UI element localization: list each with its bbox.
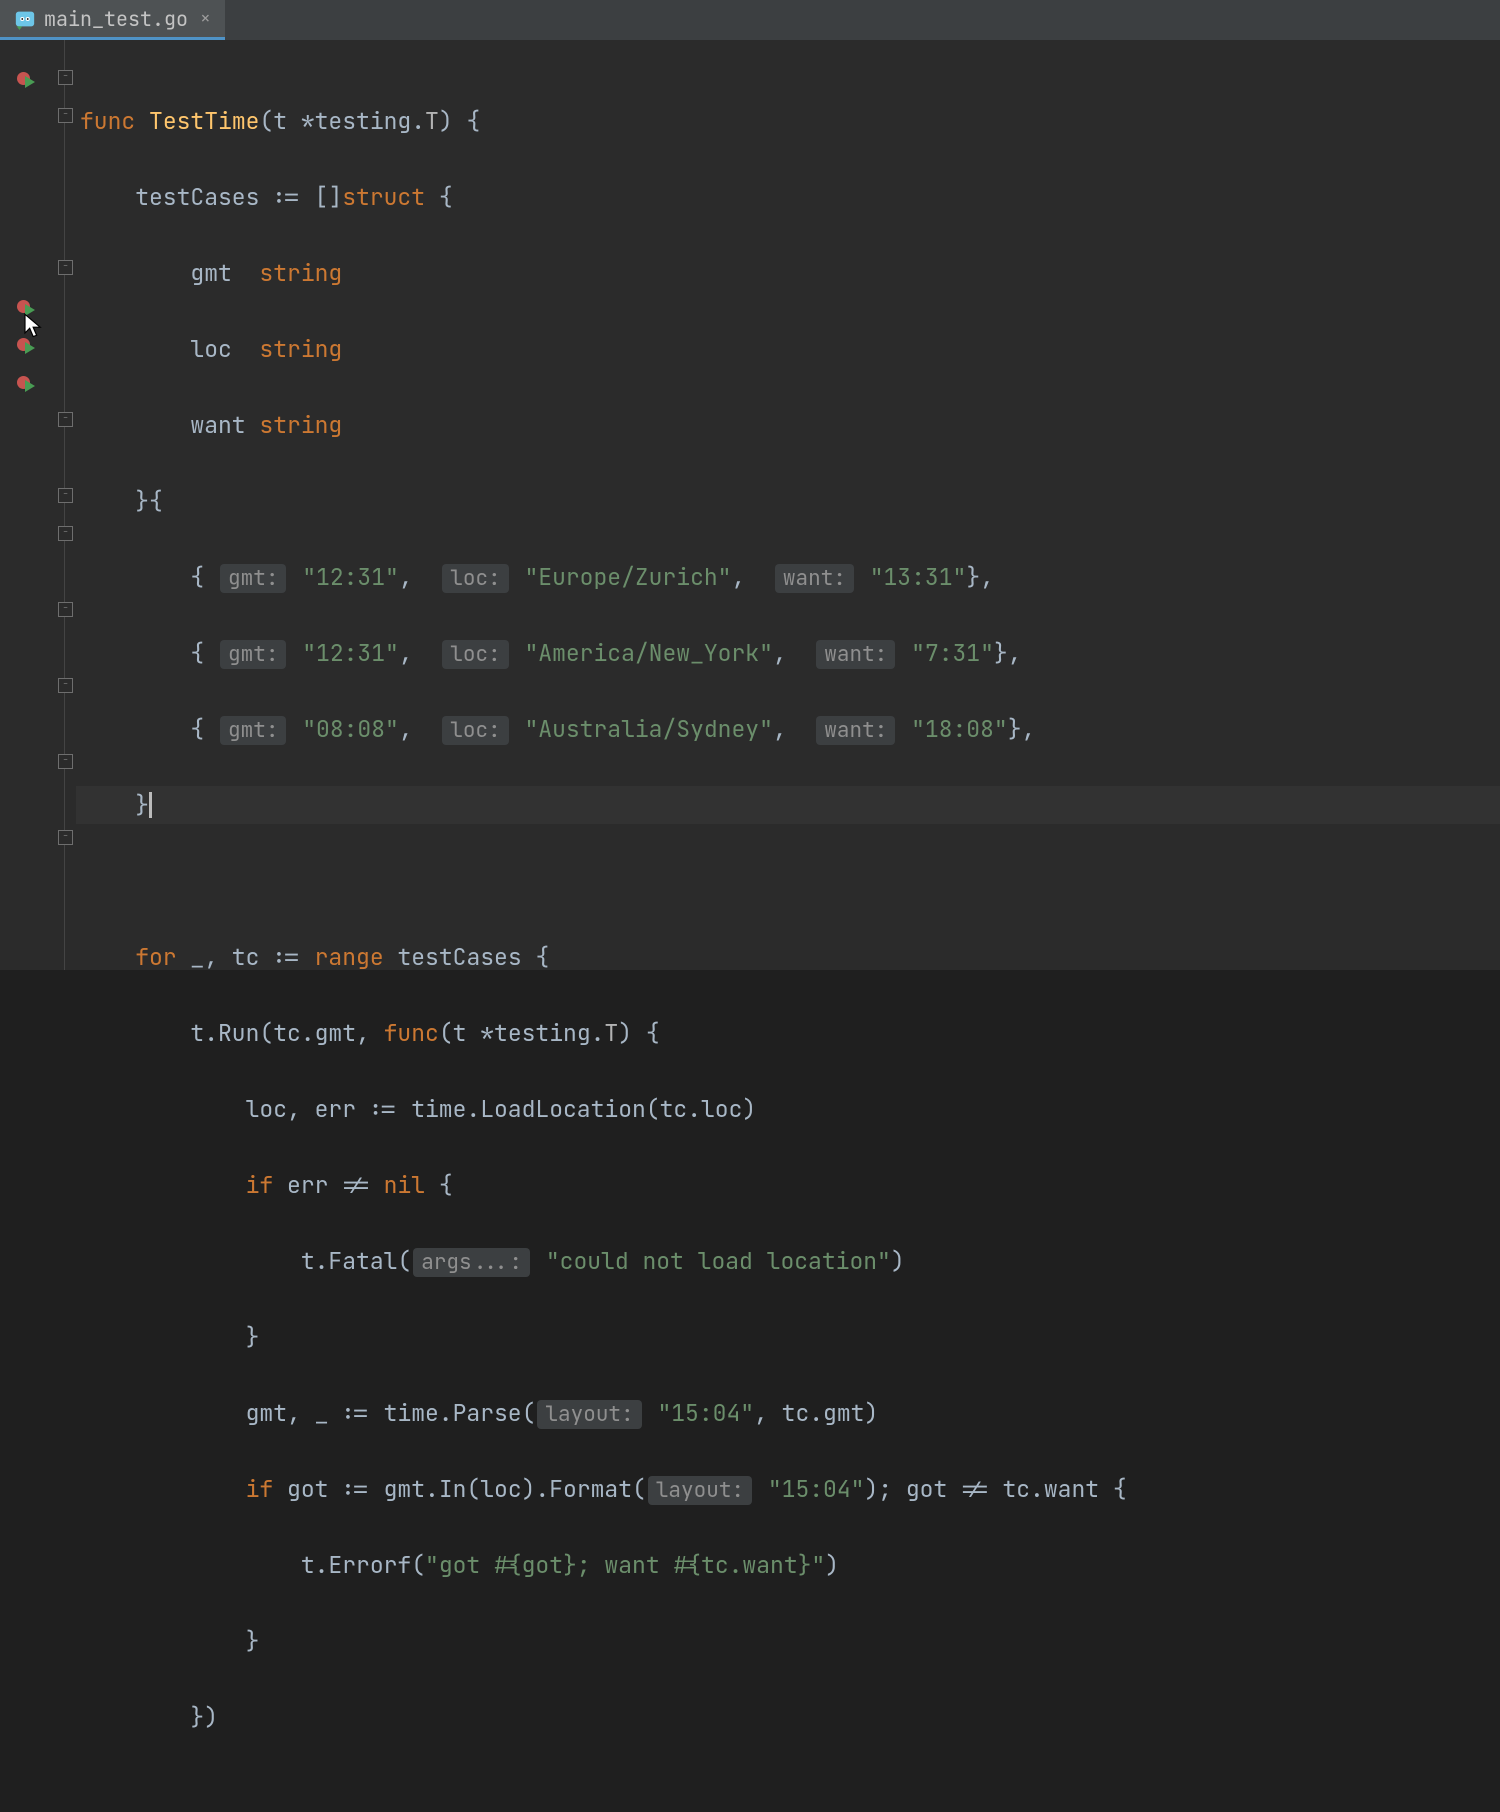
code-line: if err != nil { bbox=[76, 1166, 1500, 1204]
code-line: { gmt: "12:31", loc: "America/New_York",… bbox=[76, 634, 1500, 672]
run-test-icon[interactable] bbox=[14, 296, 38, 320]
code-line: t.Errorf("got #{got}; want #{tc.want}") bbox=[76, 1546, 1500, 1584]
code-line: func TestTime(t *testing.T) { bbox=[76, 102, 1500, 140]
fold-toggle[interactable] bbox=[58, 260, 73, 275]
run-test-icon[interactable] bbox=[14, 68, 38, 92]
code-line: testCases := []struct { bbox=[76, 178, 1500, 216]
code-line: } bbox=[76, 786, 1500, 824]
param-hint: loc: bbox=[442, 564, 508, 593]
code-line: { gmt: "12:31", loc: "Europe/Zurich", wa… bbox=[76, 558, 1500, 596]
code-line: if got := gmt.In(loc).Format(layout: "15… bbox=[76, 1470, 1500, 1508]
param-hint: layout: bbox=[537, 1400, 641, 1429]
code-line bbox=[76, 862, 1500, 900]
tab-filename: main_test.go bbox=[44, 6, 188, 32]
code-line: t.Run(tc.gmt, func(t *testing.T) { bbox=[76, 1014, 1500, 1052]
code-line: { gmt: "08:08", loc: "Australia/Sydney",… bbox=[76, 710, 1500, 748]
code-line: want string bbox=[76, 406, 1500, 444]
fold-toggle[interactable] bbox=[58, 754, 73, 769]
fold-toggle[interactable] bbox=[58, 70, 73, 85]
param-hint: layout: bbox=[648, 1476, 752, 1505]
param-hint: gmt: bbox=[220, 716, 286, 745]
param-hint: want: bbox=[816, 716, 895, 745]
code-line: } bbox=[76, 1318, 1500, 1356]
code-area[interactable]: func TestTime(t *testing.T) { testCases … bbox=[76, 40, 1500, 970]
code-line: }) bbox=[76, 1698, 1500, 1736]
param-hint: gmt: bbox=[220, 640, 286, 669]
fold-column bbox=[54, 40, 76, 970]
close-icon[interactable]: × bbox=[196, 7, 211, 30]
param-hint: gmt: bbox=[220, 564, 286, 593]
param-hint: want: bbox=[775, 564, 854, 593]
param-hint: loc: bbox=[442, 640, 508, 669]
code-line: } bbox=[76, 1622, 1500, 1660]
code-line: }{ bbox=[76, 482, 1500, 520]
text-caret bbox=[149, 792, 152, 818]
param-hint: loc: bbox=[442, 716, 508, 745]
fold-toggle[interactable] bbox=[58, 678, 73, 693]
go-file-icon bbox=[14, 8, 36, 30]
run-test-icon[interactable] bbox=[14, 372, 38, 396]
fold-toggle[interactable] bbox=[58, 526, 73, 541]
param-hint: args...: bbox=[413, 1248, 530, 1277]
code-line: for _, tc := range testCases { bbox=[76, 938, 1500, 976]
code-line: loc string bbox=[76, 330, 1500, 368]
tab-bar: main_test.go × bbox=[0, 0, 1500, 40]
file-tab[interactable]: main_test.go × bbox=[0, 0, 225, 40]
code-line: loc, err := time.LoadLocation(tc.loc) bbox=[76, 1090, 1500, 1128]
fold-toggle[interactable] bbox=[58, 412, 73, 427]
fold-toggle[interactable] bbox=[58, 602, 73, 617]
code-line: gmt, _ := time.Parse(layout: "15:04", tc… bbox=[76, 1394, 1500, 1432]
editor: func TestTime(t *testing.T) { testCases … bbox=[0, 40, 1500, 970]
code-line: t.Fatal(args...: "could not load locatio… bbox=[76, 1242, 1500, 1280]
gutter bbox=[0, 40, 54, 970]
code-line: gmt string bbox=[76, 254, 1500, 292]
run-test-icon[interactable] bbox=[14, 334, 38, 358]
param-hint: want: bbox=[816, 640, 895, 669]
fold-toggle[interactable] bbox=[58, 488, 73, 503]
fold-toggle[interactable] bbox=[58, 830, 73, 845]
fold-toggle[interactable] bbox=[58, 108, 73, 123]
